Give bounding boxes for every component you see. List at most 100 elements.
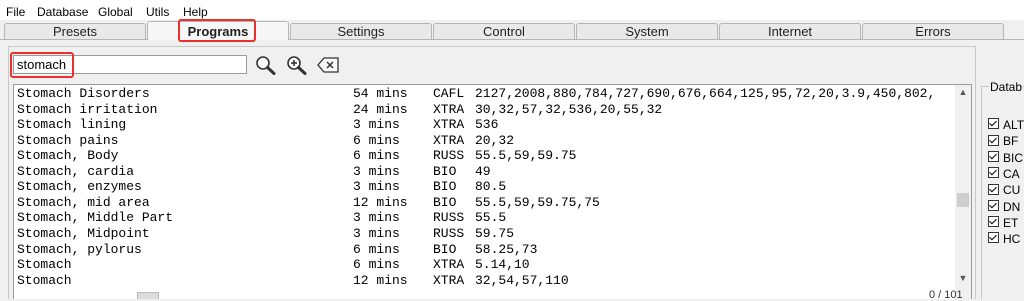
program-name: Stomach lining bbox=[17, 117, 127, 133]
tab-presets[interactable]: Presets bbox=[4, 23, 146, 40]
program-frequencies: 30,32,57,32,536,20,55,32 bbox=[475, 101, 663, 117]
list-item[interactable]: Stomach, Middle Part 3 mins RUSS 55.5 bbox=[14, 210, 954, 226]
search-icon bbox=[256, 56, 276, 75]
program-name: Stomach, Body bbox=[17, 148, 119, 164]
database-checkbox-label: ET bbox=[1003, 215, 1019, 230]
program-source: CAFL bbox=[433, 86, 465, 101]
program-source: XTRA bbox=[433, 117, 465, 133]
program-source: XTRA bbox=[433, 257, 465, 273]
program-duration: 6 mins bbox=[353, 132, 400, 148]
database-checkbox-label: HC bbox=[1003, 231, 1021, 246]
checkbox-checked-icon[interactable] bbox=[988, 134, 999, 146]
list-scrollbar[interactable]: ▲ ▼ bbox=[955, 85, 971, 299]
search-more-button[interactable] bbox=[284, 54, 308, 76]
program-frequencies: 55.5,59,59.75 bbox=[475, 148, 577, 164]
program-duration: 3 mins bbox=[353, 179, 400, 195]
tab-system[interactable]: System bbox=[576, 23, 718, 40]
scroll-thumb[interactable] bbox=[957, 193, 969, 207]
program-source: BIO bbox=[433, 163, 457, 179]
database-checkbox-label: CA bbox=[1003, 166, 1020, 181]
database-checkbox-item[interactable]: ALT bbox=[988, 116, 1024, 132]
program-source: RUSS bbox=[433, 225, 465, 241]
program-frequencies: 59.75 bbox=[475, 225, 515, 241]
program-source: XTRA bbox=[433, 132, 465, 148]
search-button[interactable] bbox=[253, 54, 277, 76]
program-name: Stomach, cardia bbox=[17, 163, 135, 179]
program-name: Stomach, enzymes bbox=[17, 179, 142, 195]
tab-internet[interactable]: Internet bbox=[719, 23, 861, 40]
program-name: Stomach, Midpoint bbox=[17, 225, 150, 241]
database-group-label: Datab bbox=[989, 80, 1024, 94]
clear-search-button[interactable] bbox=[316, 54, 340, 76]
menu-file[interactable]: File bbox=[6, 5, 25, 19]
backspace-icon bbox=[317, 57, 339, 73]
checkbox-checked-icon[interactable] bbox=[988, 167, 999, 179]
list-item[interactable]: Stomach, cardia 3 mins BIO 49 bbox=[14, 164, 954, 180]
program-duration: 54 mins bbox=[353, 86, 408, 101]
program-list[interactable]: Stomach Disorders 54 mins CAFL 2127,2008,88… bbox=[13, 84, 972, 299]
list-item[interactable]: Stomach, mid area 12 mins BIO 55.5,59,59.75… bbox=[14, 195, 954, 211]
checkbox-checked-icon[interactable] bbox=[988, 216, 999, 228]
annotation-highlight-programs-tab bbox=[178, 19, 256, 42]
list-item[interactable]: Stomach lining 3 mins XTRA 536 bbox=[14, 117, 954, 133]
program-duration: 12 mins bbox=[353, 194, 408, 210]
database-checkbox-item[interactable]: CU bbox=[988, 181, 1020, 197]
checkbox-checked-icon[interactable] bbox=[988, 183, 999, 195]
menu-global[interactable]: Global bbox=[98, 5, 133, 19]
program-duration: 3 mins bbox=[353, 163, 400, 179]
tab-errors[interactable]: Errors bbox=[862, 23, 1004, 40]
menu-help[interactable]: Help bbox=[183, 5, 208, 19]
list-item[interactable]: Stomach, Body 6 mins RUSS 55.5,59,59.75 bbox=[14, 148, 954, 164]
annotation-highlight-search bbox=[10, 52, 74, 78]
database-checkbox-item[interactable]: ET bbox=[988, 214, 1018, 230]
database-checkbox-label: ALT bbox=[1003, 117, 1024, 132]
program-duration: 3 mins bbox=[353, 117, 400, 133]
program-name: Stomach, pylorus bbox=[17, 241, 142, 257]
program-duration: 24 mins bbox=[353, 101, 408, 117]
list-item[interactable]: Stomach 6 mins XTRA 5.14,10 bbox=[14, 257, 954, 273]
database-checkbox-label: BIC bbox=[1003, 150, 1024, 165]
checkbox-checked-icon[interactable] bbox=[988, 150, 999, 162]
list-item[interactable]: Stomach pains 6 mins XTRA 20,32 bbox=[14, 133, 954, 149]
database-checkbox-item[interactable]: BIC bbox=[988, 149, 1023, 165]
scroll-up-icon[interactable]: ▲ bbox=[955, 85, 971, 99]
program-source: RUSS bbox=[433, 210, 465, 226]
list-item[interactable]: Stomach 12 mins XTRA 32,54,57,110 bbox=[14, 273, 954, 289]
program-duration: 6 mins bbox=[353, 148, 400, 164]
menu-database[interactable]: Database bbox=[37, 5, 88, 19]
program-source: XTRA bbox=[433, 101, 465, 117]
tab-settings[interactable]: Settings bbox=[290, 23, 432, 40]
checkbox-checked-icon[interactable] bbox=[988, 118, 999, 130]
database-checkbox-item[interactable]: DN bbox=[988, 198, 1020, 214]
menu-utils[interactable]: Utils bbox=[146, 5, 169, 19]
program-source: BIO bbox=[433, 179, 457, 195]
program-name: Stomach bbox=[17, 272, 72, 288]
program-frequencies: 55.5 bbox=[475, 210, 507, 226]
program-source: BIO bbox=[433, 241, 457, 257]
program-frequencies: 5.14,10 bbox=[475, 257, 530, 273]
program-name: Stomach, Middle Part bbox=[17, 210, 174, 226]
program-frequencies: 536 bbox=[475, 117, 499, 133]
list-item[interactable]: Stomach, enzymes 3 mins BIO 80.5 bbox=[14, 179, 954, 195]
database-checkbox-item[interactable]: HC bbox=[988, 230, 1020, 246]
program-name: Stomach bbox=[17, 257, 72, 273]
program-frequencies: 80.5 bbox=[475, 179, 507, 195]
database-checkbox-item[interactable]: BF bbox=[988, 132, 1018, 148]
database-checkbox-label: DN bbox=[1003, 199, 1021, 214]
scroll-down-icon[interactable]: ▼ bbox=[955, 271, 971, 285]
program-duration: 3 mins bbox=[353, 225, 400, 241]
database-checkbox-label: CU bbox=[1003, 183, 1021, 198]
list-item[interactable]: Stomach Disorders 54 mins CAFL 2127,2008,88… bbox=[14, 86, 954, 102]
program-frequencies: 55.5,59,59.75,75 bbox=[475, 194, 600, 210]
list-item[interactable]: Stomach irritation 24 mins XTRA 30,32,57,32… bbox=[14, 102, 954, 118]
checkbox-checked-icon[interactable] bbox=[988, 199, 999, 211]
program-source: RUSS bbox=[433, 148, 465, 164]
list-item[interactable]: Stomach, Midpoint 3 mins RUSS 59.75 bbox=[14, 226, 954, 242]
program-frequencies: 32,54,57,110 bbox=[475, 272, 569, 288]
program-name: Stomach pains bbox=[17, 132, 119, 148]
database-checkbox-item[interactable]: CA bbox=[988, 165, 1020, 181]
checkbox-checked-icon[interactable] bbox=[988, 232, 999, 244]
list-item[interactable]: Stomach, pylorus 6 mins BIO 58.25,73 bbox=[14, 242, 954, 258]
tab-control[interactable]: Control bbox=[433, 23, 575, 40]
program-source: BIO bbox=[433, 194, 457, 210]
